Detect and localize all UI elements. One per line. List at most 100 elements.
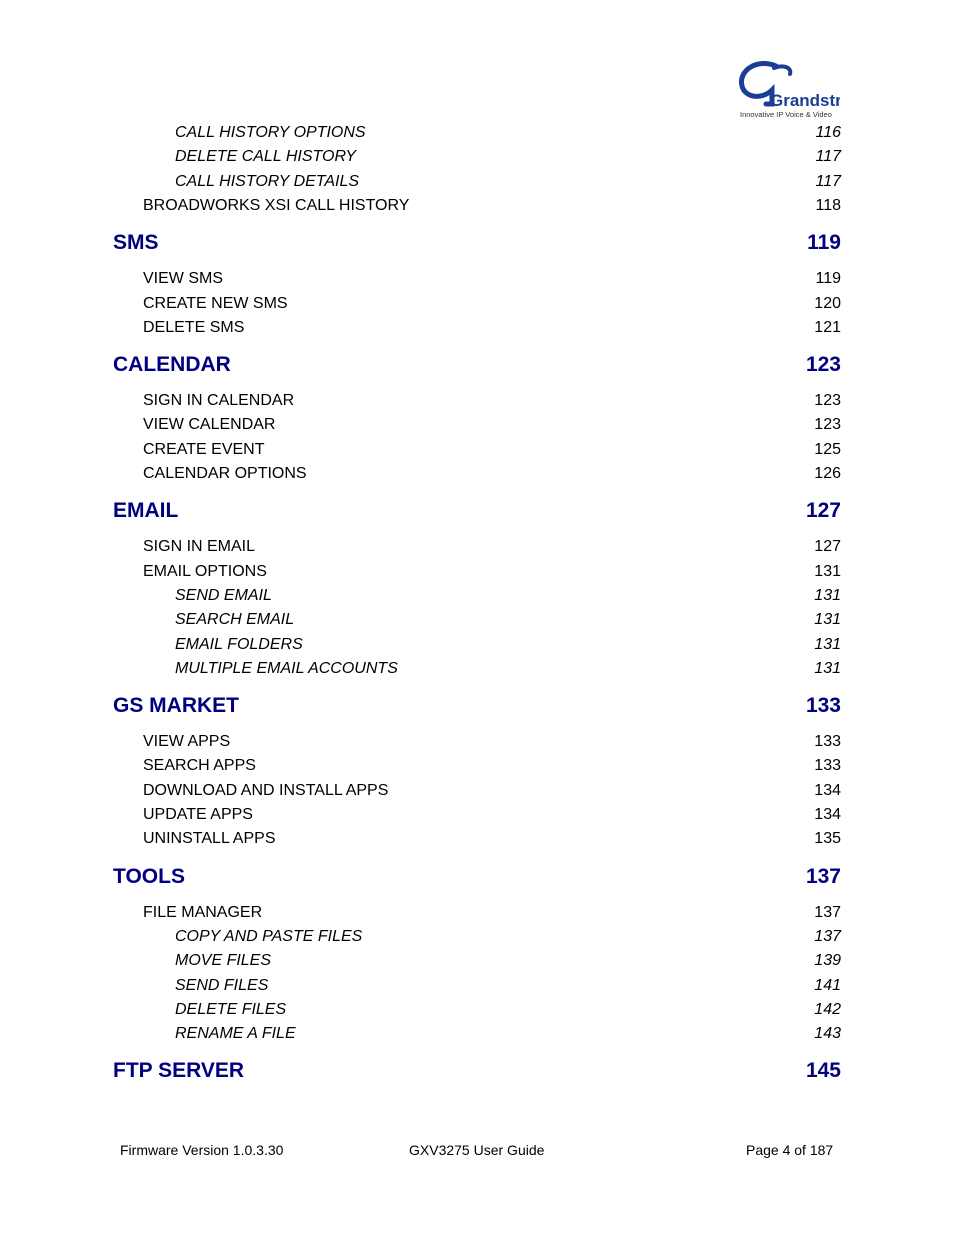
- toc-entry-page[interactable]: 139: [814, 952, 841, 970]
- toc-entry-title[interactable]: SEARCH EMAIL: [175, 611, 294, 629]
- toc-entry-title[interactable]: DELETE SMS: [143, 319, 244, 337]
- toc-entry-title[interactable]: SIGN IN EMAIL: [143, 538, 255, 556]
- toc-entry-page[interactable]: 117: [815, 148, 841, 166]
- toc-subsection[interactable]: EMAIL FOLDERS 131: [0, 636, 954, 656]
- toc-entry-title[interactable]: EMAIL: [113, 499, 178, 523]
- toc-entry-page[interactable]: 117: [815, 173, 841, 191]
- toc-entry-title[interactable]: CALL HISTORY DETAILS: [175, 173, 359, 191]
- toc-entry-page[interactable]: 127: [806, 499, 841, 523]
- toc-entry-page[interactable]: 126: [814, 465, 841, 483]
- toc-entry-page[interactable]: 134: [814, 806, 841, 824]
- toc-section[interactable]: VIEW APPS 133: [0, 733, 954, 753]
- toc-entry-page[interactable]: 123: [806, 353, 841, 377]
- toc-entry-page[interactable]: 123: [814, 416, 841, 434]
- toc-entry-page[interactable]: 141: [814, 977, 841, 995]
- toc-entry-page[interactable]: 137: [814, 904, 841, 922]
- toc-subsection[interactable]: SEARCH EMAIL 131: [0, 611, 954, 631]
- toc-entry-title[interactable]: CALL HISTORY OPTIONS: [175, 124, 366, 142]
- toc-entry-page[interactable]: 142: [814, 1001, 841, 1019]
- toc-subsection[interactable]: RENAME A FILE 143: [0, 1025, 954, 1045]
- toc-entry-title[interactable]: RENAME A FILE: [175, 1025, 296, 1043]
- toc-entry-page[interactable]: 131: [814, 660, 841, 678]
- toc-subsection[interactable]: SEND FILES 141: [0, 977, 954, 997]
- toc-entry-page[interactable]: 123: [814, 392, 841, 410]
- toc-chapter[interactable]: TOOLS 137: [0, 865, 954, 888]
- toc-entry-page[interactable]: 131: [814, 611, 841, 629]
- toc-entry-title[interactable]: GS MARKET: [113, 694, 239, 718]
- toc-entry-page[interactable]: 134: [814, 782, 841, 800]
- toc-entry-page[interactable]: 137: [806, 865, 841, 889]
- toc-entry-title[interactable]: VIEW CALENDAR: [143, 416, 275, 434]
- toc-section[interactable]: DOWNLOAD AND INSTALL APPS 134: [0, 782, 954, 802]
- toc-entry-title[interactable]: SMS: [113, 231, 159, 255]
- toc-section[interactable]: BROADWORKS XSI CALL HISTORY 118: [0, 197, 954, 217]
- toc-entry-page[interactable]: 137: [814, 928, 841, 946]
- toc-section[interactable]: SIGN IN CALENDAR 123: [0, 392, 954, 412]
- toc-entry-page[interactable]: 131: [814, 587, 841, 605]
- toc-entry-page[interactable]: 133: [814, 733, 841, 751]
- toc-entry-title[interactable]: DELETE CALL HISTORY: [175, 148, 356, 166]
- toc-entry-title[interactable]: CALENDAR: [113, 353, 231, 377]
- toc-entry-page[interactable]: 120: [814, 295, 841, 313]
- toc-entry-title[interactable]: SEND FILES: [175, 977, 268, 995]
- toc-section[interactable]: DELETE SMS 121: [0, 319, 954, 339]
- toc-entry-page[interactable]: 116: [815, 124, 841, 142]
- toc-chapter[interactable]: CALENDAR 123: [0, 353, 954, 376]
- toc-entry-page[interactable]: 133: [806, 694, 841, 718]
- toc-subsection[interactable]: MULTIPLE EMAIL ACCOUNTS 131: [0, 660, 954, 680]
- toc-entry-title[interactable]: SIGN IN CALENDAR: [143, 392, 294, 410]
- toc-section[interactable]: SIGN IN EMAIL 127: [0, 538, 954, 558]
- toc-subsection[interactable]: COPY AND PASTE FILES 137: [0, 928, 954, 948]
- toc-entry-page[interactable]: 131: [814, 563, 841, 581]
- toc-entry-title[interactable]: UNINSTALL APPS: [143, 830, 276, 848]
- toc-entry-page[interactable]: 121: [814, 319, 841, 337]
- toc-entry-page[interactable]: 135: [814, 830, 841, 848]
- toc-entry-page[interactable]: 118: [815, 197, 841, 215]
- toc-entry-page[interactable]: 119: [807, 231, 841, 255]
- toc-chapter[interactable]: GS MARKET 133: [0, 694, 954, 717]
- toc-entry-page[interactable]: 143: [814, 1025, 841, 1043]
- toc-subsection[interactable]: CALL HISTORY OPTIONS 116: [0, 124, 954, 144]
- toc-section[interactable]: CREATE NEW SMS 120: [0, 295, 954, 315]
- toc-section[interactable]: FILE MANAGER 137: [0, 904, 954, 924]
- toc-entry-title[interactable]: MOVE FILES: [175, 952, 271, 970]
- toc-entry-title[interactable]: BROADWORKS XSI CALL HISTORY: [143, 197, 409, 215]
- toc-entry-page[interactable]: 125: [814, 441, 841, 459]
- toc-entry-title[interactable]: VIEW APPS: [143, 733, 230, 751]
- toc-entry-page[interactable]: 119: [815, 270, 841, 288]
- toc-entry-page[interactable]: 133: [814, 757, 841, 775]
- toc-entry-title[interactable]: SEARCH APPS: [143, 757, 256, 775]
- toc-entry-title[interactable]: EMAIL FOLDERS: [175, 636, 303, 654]
- toc-section[interactable]: SEARCH APPS 133: [0, 757, 954, 777]
- toc-chapter[interactable]: EMAIL 127: [0, 499, 954, 522]
- toc-subsection[interactable]: CALL HISTORY DETAILS 117: [0, 173, 954, 193]
- toc-chapter[interactable]: SMS 119: [0, 231, 954, 254]
- toc-chapter[interactable]: FTP SERVER 145: [0, 1059, 954, 1082]
- toc-entry-title[interactable]: CALENDAR OPTIONS: [143, 465, 307, 483]
- toc-section[interactable]: UNINSTALL APPS 135: [0, 830, 954, 850]
- toc-entry-title[interactable]: EMAIL OPTIONS: [143, 563, 267, 581]
- toc-section[interactable]: VIEW SMS 119: [0, 270, 954, 290]
- toc-entry-title[interactable]: CREATE EVENT: [143, 441, 265, 459]
- toc-entry-title[interactable]: COPY AND PASTE FILES: [175, 928, 362, 946]
- toc-entry-title[interactable]: FILE MANAGER: [143, 904, 262, 922]
- toc-section[interactable]: EMAIL OPTIONS 131: [0, 563, 954, 583]
- toc-section[interactable]: VIEW CALENDAR 123: [0, 416, 954, 436]
- toc-entry-title[interactable]: DOWNLOAD AND INSTALL APPS: [143, 782, 388, 800]
- toc-subsection[interactable]: DELETE FILES 142: [0, 1001, 954, 1021]
- toc-entry-title[interactable]: CREATE NEW SMS: [143, 295, 288, 313]
- toc-entry-page[interactable]: 145: [806, 1059, 841, 1083]
- toc-entry-title[interactable]: DELETE FILES: [175, 1001, 286, 1019]
- toc-section[interactable]: CREATE EVENT 125: [0, 441, 954, 461]
- toc-section[interactable]: CALENDAR OPTIONS 126: [0, 465, 954, 485]
- toc-subsection[interactable]: SEND EMAIL 131: [0, 587, 954, 607]
- toc-entry-page[interactable]: 131: [814, 636, 841, 654]
- toc-entry-title[interactable]: FTP SERVER: [113, 1059, 244, 1083]
- toc-entry-title[interactable]: VIEW SMS: [143, 270, 223, 288]
- toc-subsection[interactable]: DELETE CALL HISTORY 117: [0, 148, 954, 168]
- toc-subsection[interactable]: MOVE FILES 139: [0, 952, 954, 972]
- toc-entry-title[interactable]: MULTIPLE EMAIL ACCOUNTS: [175, 660, 398, 678]
- toc-entry-title[interactable]: TOOLS: [113, 865, 185, 889]
- toc-entry-title[interactable]: UPDATE APPS: [143, 806, 253, 824]
- toc-entry-title[interactable]: SEND EMAIL: [175, 587, 272, 605]
